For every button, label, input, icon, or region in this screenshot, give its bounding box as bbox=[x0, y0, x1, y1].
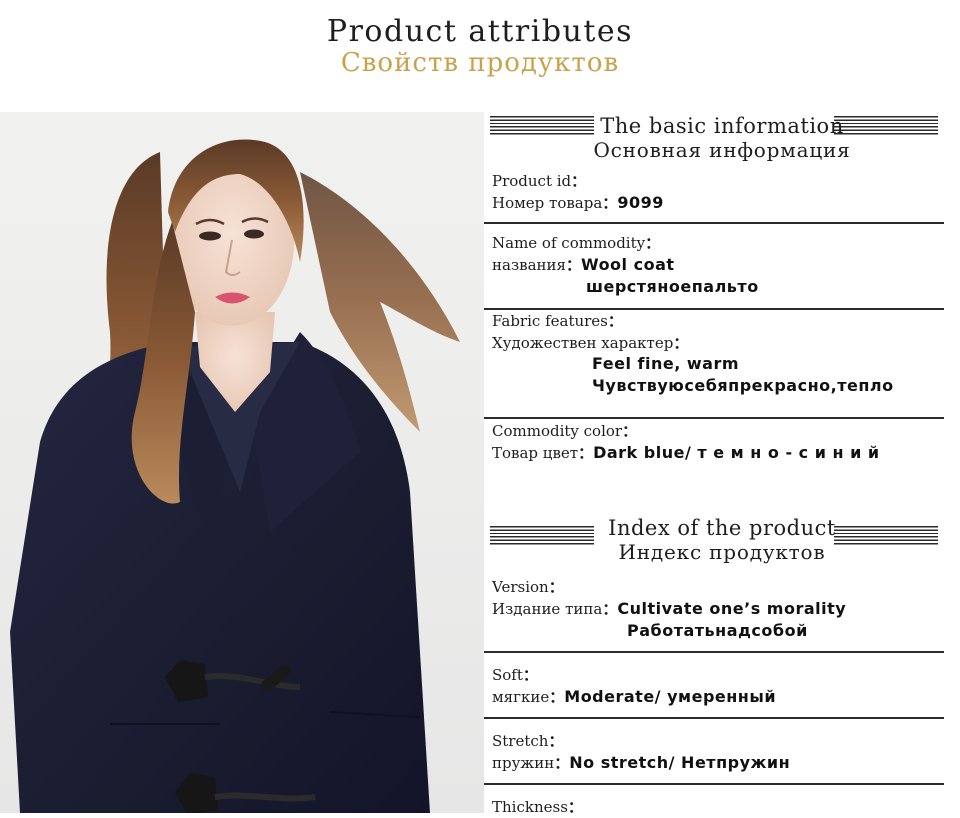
attr-value: Cultivate one’s morality bbox=[617, 599, 847, 618]
attr-product-id: Product id： Номер товара：9099 bbox=[492, 172, 664, 212]
product-photo bbox=[0, 112, 484, 813]
attr-value-ru: шерстяноепальто bbox=[586, 277, 759, 296]
attr-label-ru: мягкие bbox=[492, 688, 550, 706]
divider bbox=[484, 651, 944, 653]
attr-commodity-name: Name of commodity： названия：Wool coat ше… bbox=[492, 234, 759, 296]
attr-value: Dark blue/ т е м н о - с и н и й bbox=[593, 443, 880, 462]
attr-label-ru: пружин bbox=[492, 754, 555, 772]
divider bbox=[484, 717, 944, 719]
divider bbox=[484, 417, 944, 419]
page-header: Product attributes Свойств продуктов bbox=[0, 0, 960, 100]
page-title: Product attributes bbox=[326, 14, 634, 49]
attr-thickness: Thickness： bbox=[492, 798, 583, 816]
attr-value-ru: Работатьнадсобой bbox=[627, 621, 808, 640]
attr-value-ru: Чувствуюсебяпрекрасно,тепло bbox=[592, 376, 894, 395]
attr-label-ru: названия bbox=[492, 256, 566, 274]
section-header-basic: The basic information Основная информаци… bbox=[484, 112, 960, 164]
attr-fabric-features: Fabric features： Художествен характер： F… bbox=[492, 312, 894, 395]
model-in-coat-illustration bbox=[10, 139, 460, 813]
section-header-index: Index of the product Индекс продуктов bbox=[484, 514, 960, 566]
attr-value: No stretch/ Нетпружин bbox=[569, 753, 791, 772]
attr-label-en: Fabric features bbox=[492, 312, 608, 330]
divider bbox=[484, 783, 944, 785]
attr-label-en: Version bbox=[492, 578, 549, 596]
attr-label-ru: Товар цвет bbox=[492, 444, 579, 462]
section-title-en: Index of the product bbox=[608, 516, 836, 540]
product-info-panel: The basic information Основная информаци… bbox=[484, 112, 960, 816]
section-title-ru: Основная информация bbox=[593, 138, 851, 162]
attr-label-ru: Художествен характер bbox=[492, 334, 674, 352]
section-title-en: The basic information bbox=[600, 114, 844, 138]
attr-value: Wool coat bbox=[580, 255, 675, 274]
attr-value: Feel fine, warm bbox=[592, 354, 740, 373]
attr-label-en: Commodity color bbox=[492, 422, 623, 440]
attr-value: 9099 bbox=[617, 193, 664, 212]
attr-commodity-color: Commodity color： Товар цвет：Dark blue/ т… bbox=[492, 422, 880, 462]
divider bbox=[484, 222, 944, 224]
attr-label-ru: Номер товара bbox=[492, 194, 603, 212]
attr-soft: Soft： мягкие：Moderate/ умеренный bbox=[492, 666, 777, 706]
attr-label-en: Stretch bbox=[492, 732, 549, 750]
section-title-ru: Индекс продуктов bbox=[618, 540, 826, 564]
attr-label-en: Thickness bbox=[492, 798, 568, 816]
attr-stretch: Stretch： пружин：No stretch/ Нетпружин bbox=[492, 732, 791, 772]
page-subtitle: Свойств продуктов bbox=[340, 48, 620, 78]
attr-value: Moderate/ умеренный bbox=[564, 687, 777, 706]
attr-label-en: Product id bbox=[492, 172, 572, 190]
attr-label-ru: Издание типа bbox=[492, 600, 603, 618]
attr-version: Version： Издание типа：Cultivate one’s mo… bbox=[492, 578, 847, 640]
attr-label-en: Soft bbox=[492, 666, 523, 684]
attr-label-en: Name of commodity bbox=[492, 234, 646, 252]
